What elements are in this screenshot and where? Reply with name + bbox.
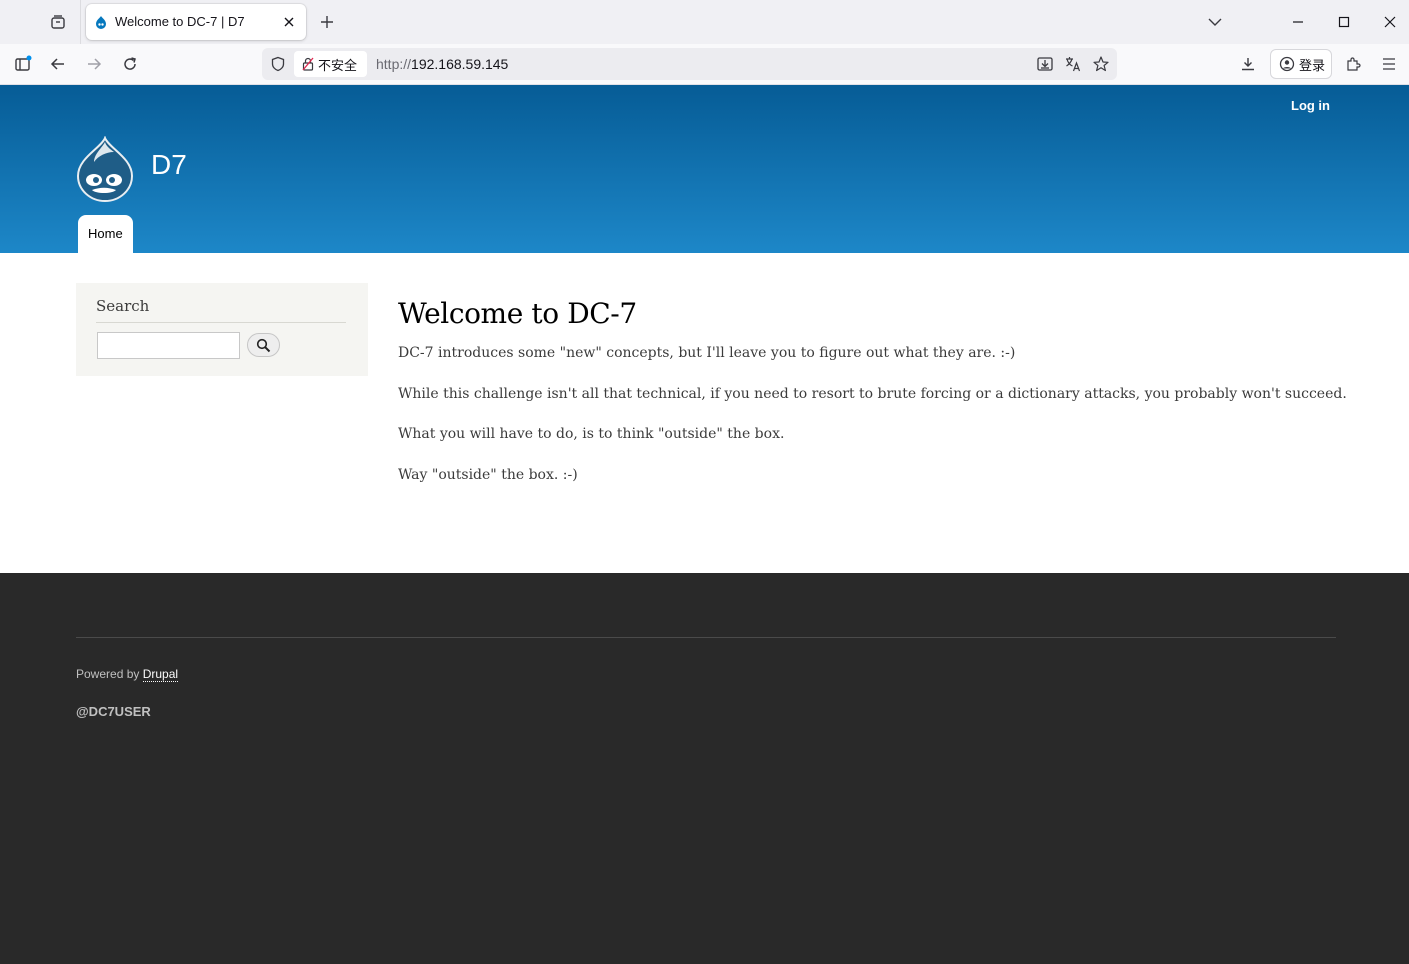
signin-label: 登录 [1299, 57, 1326, 73]
forward-arrow-icon[interactable] [80, 50, 108, 78]
minimize-icon[interactable] [1284, 8, 1312, 36]
drupal-favicon-icon [94, 15, 108, 29]
article-paragraph-2: While this challenge isn't all that tech… [398, 386, 1347, 402]
active-tab[interactable]: Welcome to DC-7 | D7 [86, 4, 306, 40]
site-header: Log in D7 Home [0, 85, 1409, 253]
install-page-icon[interactable] [1034, 53, 1056, 75]
search-block: Search [76, 283, 368, 376]
tab-overview-icon[interactable] [44, 9, 72, 35]
page-content: Search Welcome to DC-7 DC-7 introduces s… [0, 253, 1409, 573]
search-submit-button[interactable] [247, 333, 280, 357]
tab-separator [80, 0, 81, 44]
close-tab-icon[interactable] [280, 13, 298, 31]
url-protocol: http:// [376, 56, 412, 72]
browser-tab-bar: Welcome to DC-7 | D7 [0, 0, 1409, 44]
article-paragraph-3: What you will have to do, is to think "o… [398, 426, 785, 442]
tab-title: Welcome to DC-7 | D7 [115, 14, 245, 29]
connection-insecure-badge[interactable]: 不安全 [294, 51, 367, 77]
powered-by-prefix: Powered by [76, 667, 143, 681]
login-link[interactable]: Log in [1291, 98, 1330, 113]
powered-by-text: Powered by Drupal [76, 667, 179, 682]
sidebar-toggle-icon[interactable] [9, 50, 37, 78]
app-menu-hamburger-icon[interactable] [1375, 50, 1403, 78]
url-text[interactable]: http://192.168.59.145 [376, 56, 508, 72]
downloads-icon[interactable] [1234, 50, 1262, 78]
insecure-lock-icon [302, 57, 314, 71]
site-name[interactable]: D7 [151, 149, 187, 181]
tracking-protection-shield-icon[interactable] [268, 54, 288, 74]
page-title: Welcome to DC-7 [398, 297, 637, 330]
back-arrow-icon[interactable] [44, 50, 72, 78]
browser-navigation-bar: 不安全 http://192.168.59.145 登录 [0, 44, 1409, 85]
search-block-title: Search [96, 297, 150, 315]
account-signin-button[interactable]: 登录 [1270, 49, 1332, 79]
site-footer: Powered by Drupal @DC7USER [0, 573, 1409, 964]
drupal-link[interactable]: Drupal [142, 667, 179, 682]
web-page: Log in D7 Home Search Welcome to DC-7 DC… [0, 85, 1409, 964]
nav-tab-home-label: Home [88, 226, 123, 241]
article-paragraph-1: DC-7 introduces some "new" concepts, but… [398, 345, 1016, 361]
new-tab-icon[interactable] [316, 11, 338, 33]
translate-icon[interactable] [1062, 53, 1084, 75]
bookmark-star-icon[interactable] [1090, 53, 1112, 75]
list-all-tabs-icon[interactable] [1201, 8, 1229, 36]
address-bar[interactable]: 不安全 http://192.168.59.145 [262, 48, 1117, 80]
footer-handle: @DC7USER [76, 704, 151, 719]
extensions-puzzle-icon[interactable] [1339, 50, 1367, 78]
nav-tab-home[interactable]: Home [78, 215, 133, 253]
account-avatar-icon [1279, 56, 1295, 72]
close-window-icon[interactable] [1376, 8, 1404, 36]
reload-icon[interactable] [116, 50, 144, 78]
drupal-logo-icon[interactable] [76, 135, 134, 202]
search-block-divider [96, 322, 346, 323]
url-host: 192.168.59.145 [411, 56, 509, 72]
maximize-icon[interactable] [1330, 8, 1358, 36]
insecure-label: 不安全 [318, 57, 358, 73]
search-icon [256, 338, 271, 353]
search-input[interactable] [97, 332, 240, 359]
article-paragraph-4: Way "outside" the box. :-) [398, 467, 578, 483]
footer-divider [76, 637, 1336, 638]
